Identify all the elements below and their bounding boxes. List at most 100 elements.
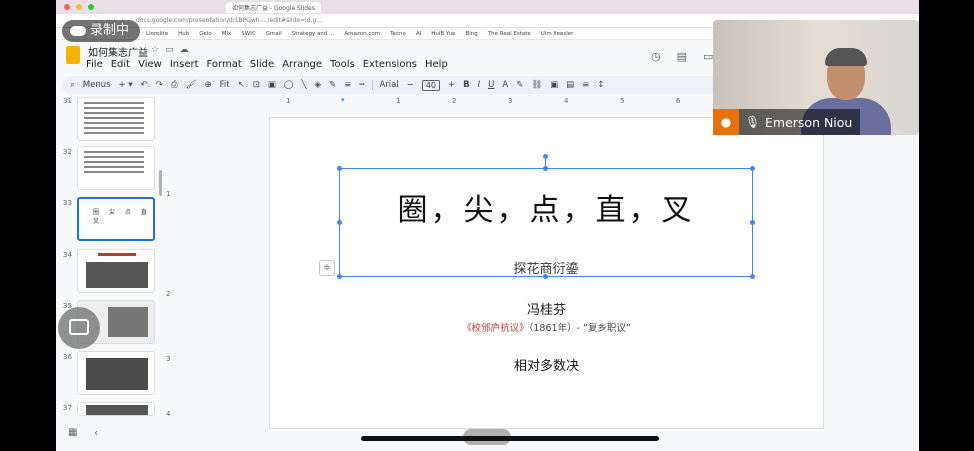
star-icon[interactable]: ☆: [151, 45, 165, 55]
slide-number: 32: [63, 148, 72, 156]
slide-thumbnail[interactable]: [77, 249, 155, 293]
grid-view-icon[interactable]: ▦: [68, 427, 77, 438]
italic-icon[interactable]: I: [478, 80, 481, 90]
minimize-window-icon[interactable]: [76, 4, 82, 10]
ruler-mark: 4: [166, 410, 171, 418]
new-slide-icon[interactable]: + ▾: [119, 80, 133, 90]
slide-author[interactable]: 冯桂芬: [269, 299, 824, 318]
title-icons: ☆▭☁: [151, 45, 195, 55]
line-tool-icon[interactable]: ╲: [301, 80, 306, 90]
image-insert-icon[interactable]: ▤: [566, 80, 574, 90]
redo-icon[interactable]: ↷: [156, 80, 163, 90]
menu-extensions[interactable]: Extensions: [363, 59, 417, 70]
maximize-window-icon[interactable]: [88, 4, 94, 10]
mic-icon[interactable]: 🎙: [745, 109, 760, 135]
slide-thumbnail[interactable]: [77, 351, 155, 395]
zoom-select[interactable]: Fit: [220, 80, 230, 90]
bookmark[interactable]: HuiB Yue: [431, 28, 455, 39]
comment-add-icon[interactable]: ▣: [550, 80, 558, 90]
textbox-tool-icon[interactable]: ⊡: [253, 80, 260, 90]
underline-icon[interactable]: U: [488, 80, 494, 90]
thumbnail-title: 圈 尖 点 直 叉: [93, 209, 151, 225]
bold-icon[interactable]: B: [463, 80, 469, 90]
border-weight-icon[interactable]: ≡: [344, 80, 351, 90]
menu-slide[interactable]: Slide: [250, 59, 274, 70]
slide-number: 34: [63, 251, 72, 259]
rotate-handle[interactable]: [543, 154, 548, 159]
font-size-input[interactable]: 40: [421, 79, 440, 91]
folder-icon[interactable]: ▭: [165, 45, 180, 55]
present-icon[interactable]: ▭: [703, 50, 713, 63]
ruler-mark: 3: [166, 355, 171, 363]
bookmark[interactable]: Hub: [178, 28, 189, 39]
bookmark[interactable]: Ulm Ileesler: [541, 28, 574, 39]
align-icon[interactable]: ≡: [582, 80, 589, 90]
chevron-left-icon[interactable]: ‹: [94, 426, 98, 439]
menu-view[interactable]: View: [138, 59, 162, 70]
slide-subtitle[interactable]: 探花商衍鎏: [339, 258, 753, 277]
print-icon[interactable]: ⎙: [171, 80, 178, 90]
bookmark[interactable]: Gmail: [266, 28, 282, 39]
indent-marker-icon[interactable]: ▾: [341, 96, 345, 104]
text-color-icon[interactable]: A: [502, 80, 508, 90]
link-icon[interactable]: ⛓: [531, 80, 542, 90]
vertical-align-icon[interactable]: ≑: [319, 260, 335, 276]
menu-tools[interactable]: Tools: [330, 59, 355, 70]
highlight-icon[interactable]: ✎: [516, 80, 523, 90]
line-spacing-icon[interactable]: ↕: [597, 80, 604, 90]
bookmark[interactable]: Llorelite: [146, 28, 168, 39]
menu-bar: File Edit View Insert Format Slide Arran…: [86, 59, 448, 70]
border-dash-icon[interactable]: ┅: [359, 80, 364, 90]
resize-handle[interactable]: [337, 166, 342, 171]
menu-format[interactable]: Format: [207, 59, 242, 70]
bookmark[interactable]: The Real Estate: [488, 28, 531, 39]
bookmark[interactable]: Tecno: [390, 28, 406, 39]
undo-icon[interactable]: ↶: [141, 80, 148, 90]
menu-help[interactable]: Help: [425, 59, 448, 70]
history-icon[interactable]: ◷: [651, 50, 661, 63]
floating-chat-button[interactable]: [58, 307, 100, 349]
comment-icon[interactable]: ▤: [677, 50, 687, 63]
select-tool-icon[interactable]: ↖: [238, 80, 245, 90]
doc-title[interactable]: 如何集志广益: [88, 44, 148, 59]
menus-button[interactable]: Menus: [83, 80, 111, 90]
menu-edit[interactable]: Edit: [111, 59, 130, 70]
menu-file[interactable]: File: [86, 59, 103, 70]
bookmark[interactable]: AI: [416, 28, 421, 39]
slide-thumbnail[interactable]: [77, 402, 155, 416]
font-size-decrease-icon[interactable]: −: [407, 80, 414, 90]
slide-title[interactable]: 圈，尖，点，直，叉: [339, 185, 753, 229]
border-color-icon[interactable]: ✎: [329, 80, 336, 90]
zoom-icon[interactable]: ⊕: [205, 80, 212, 90]
resize-handle[interactable]: [543, 166, 548, 171]
font-size-increase-icon[interactable]: +: [448, 80, 455, 90]
slide-thumbnail[interactable]: [77, 97, 155, 141]
paint-format-icon[interactable]: 🖌: [186, 80, 197, 90]
browser-tab-active[interactable]: 如何集志广益 - Google Slides: [226, 1, 321, 13]
bookmark[interactable]: Gelo: [199, 28, 212, 39]
ruler-mark: 3: [508, 97, 513, 105]
bookmark[interactable]: Bing: [465, 28, 477, 39]
bookmark[interactable]: Amazon.com: [344, 28, 380, 39]
menu-insert[interactable]: Insert: [170, 59, 199, 70]
slide-thumbnail-selected[interactable]: 圈 尖 点 直 叉: [77, 197, 155, 241]
fill-color-icon[interactable]: ◈: [315, 80, 322, 90]
close-window-icon[interactable]: [64, 4, 70, 10]
slide-closing-text[interactable]: 相对多数决: [269, 355, 824, 374]
filmstrip-scrollbar[interactable]: [159, 170, 162, 196]
home-indicator[interactable]: [361, 436, 659, 441]
resize-handle[interactable]: [750, 166, 755, 171]
bookmark[interactable]: Strategy and ...: [292, 28, 335, 39]
bookmark[interactable]: Mix: [222, 28, 232, 39]
slide-thumbnail[interactable]: [77, 146, 155, 190]
citation-book: 《校邠庐抗议》: [462, 323, 529, 334]
bookmark[interactable]: SWIC: [241, 28, 255, 39]
font-select[interactable]: Arial: [372, 80, 399, 90]
slide-citation[interactable]: 《校邠庐抗议》（1861年）- “复乡职议”: [269, 320, 824, 334]
shape-tool-icon[interactable]: ◯: [284, 80, 294, 90]
image-tool-icon[interactable]: ▣: [268, 80, 276, 90]
filmstrip: 31 32 33 圈 尖 点 直 叉 34 35 36 37: [56, 95, 164, 416]
search-menus-icon[interactable]: ⌕: [70, 80, 75, 90]
slides-logo-icon[interactable]: [66, 46, 80, 64]
menu-arrange[interactable]: Arrange: [282, 59, 322, 70]
